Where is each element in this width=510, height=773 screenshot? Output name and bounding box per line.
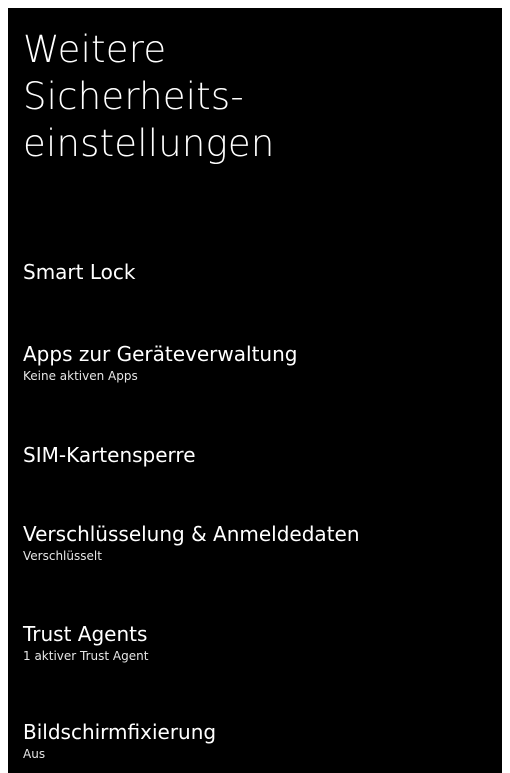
setting-summary: Verschlüsselt	[23, 549, 102, 563]
settings-screen: Weitere Sicherheits- einstellungen Smart…	[8, 8, 502, 773]
setting-summary: 1 aktiver Trust Agent	[23, 649, 149, 663]
setting-title: Verschlüsselung & Anmeldedaten	[23, 522, 360, 546]
setting-screen-pinning[interactable]: Bildschirmfixierung Aus	[23, 720, 493, 762]
setting-title: SIM-Kartensperre	[23, 443, 196, 467]
page-title-line: Sicherheits-	[23, 75, 244, 118]
setting-title: Trust Agents	[23, 622, 148, 646]
setting-summary: Aus	[23, 747, 46, 761]
setting-title: Smart Lock	[23, 260, 136, 284]
page-title-line: Weitere	[23, 28, 167, 71]
setting-title: Bildschirmfixierung	[23, 720, 217, 744]
setting-sim-lock[interactable]: SIM-Kartensperre	[23, 443, 493, 467]
setting-device-admin-apps[interactable]: Apps zur Geräteverwaltung Keine aktiven …	[23, 342, 493, 384]
setting-trust-agents[interactable]: Trust Agents 1 aktiver Trust Agent	[23, 622, 493, 664]
page-title-line: einstellungen	[23, 122, 275, 165]
page-title: Weitere Sicherheits- einstellungen	[23, 26, 275, 167]
setting-encryption-credentials[interactable]: Verschlüsselung & Anmeldedaten Verschlüs…	[23, 522, 493, 564]
setting-smart-lock[interactable]: Smart Lock	[23, 260, 493, 284]
setting-title: Apps zur Geräteverwaltung	[23, 342, 298, 366]
setting-summary: Keine aktiven Apps	[23, 369, 138, 383]
